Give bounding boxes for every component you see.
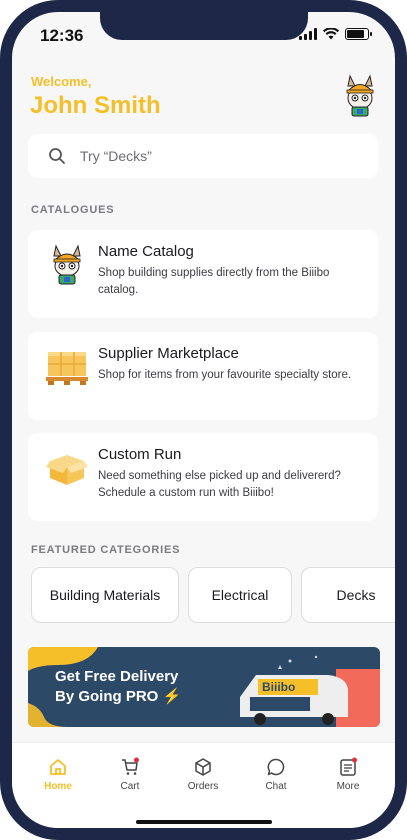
notch xyxy=(100,12,308,40)
card-description: Shop building supplies directly from the… xyxy=(98,267,330,296)
search-icon xyxy=(49,148,65,164)
bottom-nav: Home Cart Orders Chat More xyxy=(12,742,395,828)
card-description: Need something else picked up and delive… xyxy=(98,470,341,499)
home-indicator xyxy=(136,820,272,824)
phone-frame: 12:36 Welcome, John Smith Try “Decks” CA… xyxy=(0,0,407,840)
mascot-icon xyxy=(53,244,81,285)
catalog-card-custom-run[interactable]: Custom Run Need something else picked up… xyxy=(28,433,378,521)
box-icon xyxy=(195,758,211,776)
battery-icon xyxy=(345,28,372,40)
nav-label-home: Home xyxy=(44,781,72,792)
catalog-card-supplier-marketplace[interactable]: Supplier Marketplace Shop for items from… xyxy=(28,332,378,420)
card-description: Shop for items from your favourite speci… xyxy=(98,369,352,381)
avatar[interactable] xyxy=(342,74,378,118)
home-icon xyxy=(50,759,66,775)
user-name: John Smith xyxy=(30,92,161,119)
status-time: 12:36 xyxy=(40,26,84,45)
box-icon xyxy=(46,455,88,485)
category-chip-decks[interactable]: Decks xyxy=(301,567,395,623)
nav-label-cart: Cart xyxy=(120,781,140,792)
pallet-icon xyxy=(46,352,88,385)
nav-item-orders[interactable]: Orders xyxy=(173,757,233,792)
card-title: Name Catalog xyxy=(98,243,194,260)
cart-icon xyxy=(122,757,139,775)
featured-categories-heading: FEATURED CATEGORIES xyxy=(31,544,181,556)
banner-line-2: By Going PRO ⚡ xyxy=(55,688,182,705)
app-screen: 12:36 Welcome, John Smith Try “Decks” CA… xyxy=(12,12,395,828)
nav-label-more: More xyxy=(336,781,360,792)
catalogues-heading: CATALOGUES xyxy=(31,204,115,216)
nav-item-cart[interactable]: Cart xyxy=(100,757,160,792)
card-title: Custom Run xyxy=(98,446,182,463)
welcome-label: Welcome, xyxy=(31,74,92,89)
featured-categories-list: Building Materials Electrical Decks xyxy=(31,567,395,623)
signal-icon xyxy=(299,28,317,40)
more-icon xyxy=(340,757,357,776)
wifi-icon xyxy=(323,28,339,40)
chat-icon xyxy=(267,758,285,776)
category-chip-electrical[interactable]: Electrical xyxy=(188,567,292,623)
search-input[interactable]: Try “Decks” xyxy=(28,134,378,178)
category-chip-building-materials[interactable]: Building Materials xyxy=(31,567,179,623)
banner-line-1: Get Free Delivery xyxy=(55,668,179,685)
nav-item-more[interactable]: More xyxy=(318,757,378,792)
van-brand-label: Biiibo xyxy=(262,680,296,694)
catalog-card-name-catalog[interactable]: Name Catalog Shop building supplies dire… xyxy=(28,230,378,318)
nav-item-home[interactable]: Home xyxy=(28,757,88,792)
status-icons xyxy=(299,28,372,40)
nav-label-chat: Chat xyxy=(265,781,287,792)
search-placeholder: Try “Decks” xyxy=(80,148,152,164)
nav-label-orders: Orders xyxy=(187,781,219,792)
nav-item-chat[interactable]: Chat xyxy=(246,757,306,792)
pro-promo-banner[interactable]: Get Free Delivery By Going PRO ⚡ Biiibo xyxy=(28,647,380,727)
card-title: Supplier Marketplace xyxy=(98,345,239,362)
banner-text: Get Free Delivery By Going PRO ⚡ xyxy=(55,667,215,707)
